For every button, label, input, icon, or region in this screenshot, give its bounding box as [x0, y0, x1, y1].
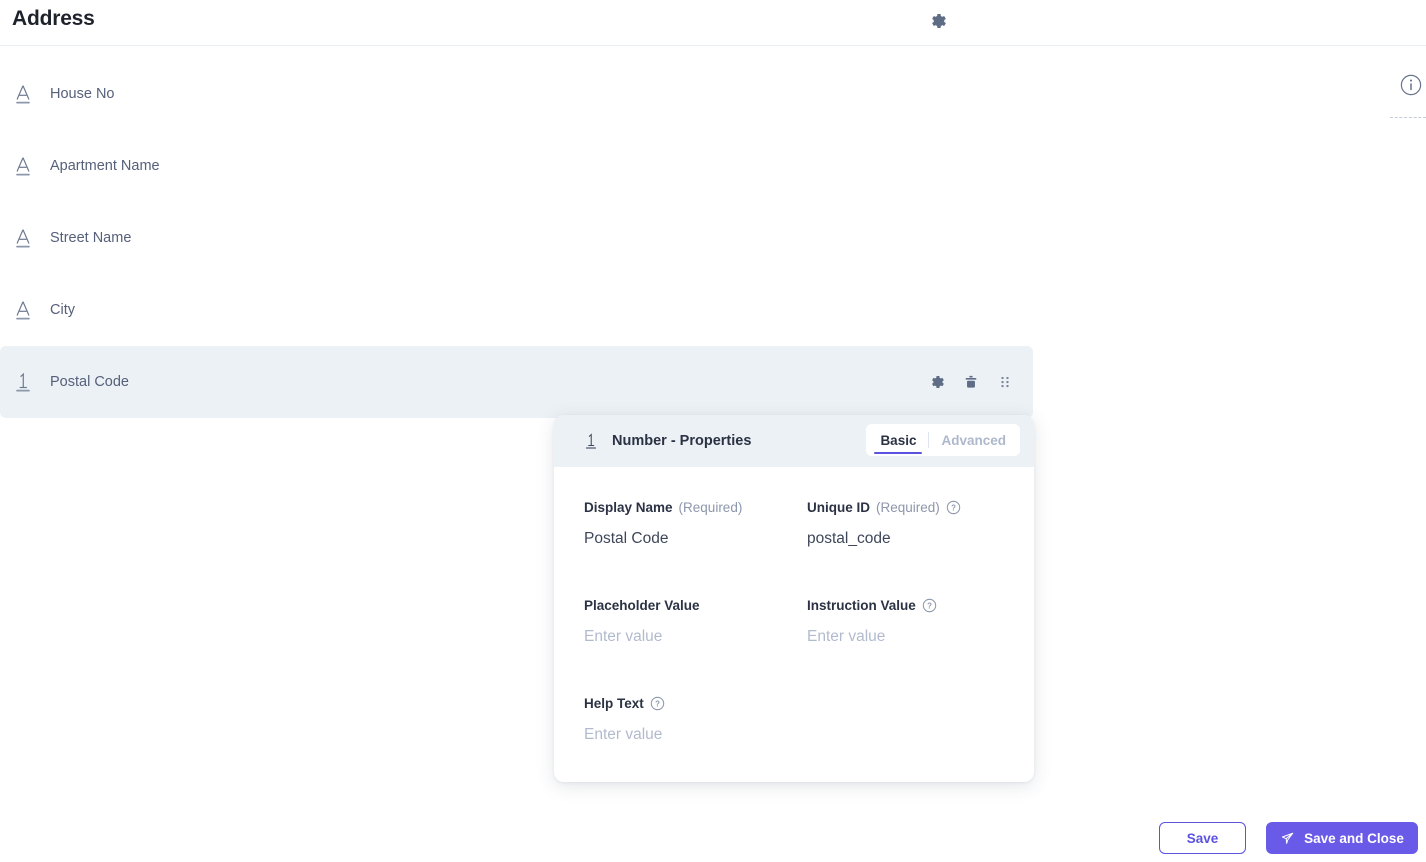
question-mark-icon[interactable]: ?	[922, 598, 937, 613]
properties-panel-title: Number - Properties	[612, 433, 752, 449]
gear-icon[interactable]	[928, 11, 948, 31]
field-display-name: Display Name (Required) Postal Code	[584, 497, 807, 552]
grid-spacer	[584, 650, 807, 693]
properties-panel: Number - Properties Basic Advanced Displ…	[554, 415, 1034, 782]
number-field-icon	[582, 430, 600, 452]
instruction-value-input[interactable]: Enter value	[807, 628, 1004, 650]
trash-icon[interactable]	[961, 372, 981, 392]
save-button[interactable]: Save	[1159, 822, 1246, 854]
row-action-group	[927, 372, 1015, 392]
field-label: Display Name	[584, 499, 673, 515]
field-label: Placeholder Value	[584, 597, 700, 613]
header-bar: Address	[0, 0, 1426, 46]
help-text-input[interactable]: Enter value	[584, 726, 807, 748]
text-field-icon	[10, 79, 36, 109]
question-mark-icon[interactable]: ?	[650, 696, 665, 711]
field-label-line: Display Name (Required)	[584, 497, 807, 517]
text-field-icon	[10, 295, 36, 325]
unique-id-input[interactable]: postal_code	[807, 530, 1004, 552]
gear-icon[interactable]	[927, 372, 947, 392]
page-title: Address	[12, 7, 95, 30]
field-row-postal-code[interactable]: Postal Code	[0, 346, 1033, 418]
info-icon[interactable]	[1400, 74, 1422, 96]
field-row-apartment-name[interactable]: Apartment Name	[0, 130, 1033, 202]
field-label: Apartment Name	[50, 158, 160, 174]
save-and-close-button[interactable]: Save and Close	[1266, 822, 1418, 854]
question-mark-icon[interactable]: ?	[946, 500, 961, 515]
tab-group: Basic Advanced	[866, 424, 1020, 456]
field-row-city[interactable]: City	[0, 274, 1033, 346]
field-label: Street Name	[50, 230, 132, 246]
properties-grid: Display Name (Required) Postal Code Uniq…	[584, 497, 1004, 748]
field-row-house-no[interactable]: House No	[0, 58, 1033, 130]
field-row-street-name[interactable]: Street Name	[0, 202, 1033, 274]
field-label: Unique ID	[807, 499, 870, 515]
field-label: Postal Code	[50, 374, 129, 390]
text-field-icon	[10, 223, 36, 253]
field-label-line: Instruction Value ?	[807, 595, 1004, 615]
properties-panel-body: Display Name (Required) Postal Code Uniq…	[554, 467, 1034, 782]
form-builder-screen: Address House No Apartment Name Street N…	[0, 0, 1426, 862]
field-label: House No	[50, 86, 115, 102]
field-list: House No Apartment Name Street Name City…	[0, 58, 1033, 418]
required-marker: (Required)	[678, 499, 743, 515]
field-label-line: Help Text ?	[584, 693, 807, 713]
svg-text:?: ?	[951, 503, 956, 512]
field-instruction-value: Instruction Value ? Enter value	[807, 595, 1004, 650]
number-field-icon	[10, 367, 36, 397]
required-marker: (Required)	[876, 499, 940, 515]
field-unique-id: Unique ID (Required) ? postal_code	[807, 497, 1004, 552]
send-icon	[1280, 831, 1295, 846]
tab-advanced[interactable]: Advanced	[929, 424, 1018, 456]
grid-spacer	[584, 552, 807, 595]
field-help-text: Help Text ? Enter value	[584, 693, 807, 748]
svg-text:?: ?	[927, 601, 932, 610]
field-label: City	[50, 302, 75, 318]
display-name-input[interactable]: Postal Code	[584, 530, 807, 552]
drag-handle-icon[interactable]	[995, 372, 1015, 392]
divider-dashed	[1390, 117, 1426, 118]
field-placeholder-value: Placeholder Value Enter value	[584, 595, 807, 650]
text-field-icon	[10, 151, 36, 181]
field-label-line: Unique ID (Required) ?	[807, 497, 1004, 517]
svg-text:?: ?	[655, 699, 660, 708]
field-label: Help Text	[584, 695, 644, 711]
grid-spacer	[807, 552, 1004, 595]
save-and-close-label: Save and Close	[1304, 830, 1404, 846]
tab-basic[interactable]: Basic	[868, 424, 928, 456]
properties-panel-header: Number - Properties Basic Advanced	[554, 415, 1034, 467]
placeholder-value-input[interactable]: Enter value	[584, 628, 807, 650]
grid-empty-cell	[807, 693, 1004, 748]
field-label: Instruction Value	[807, 597, 916, 613]
field-label-line: Placeholder Value	[584, 595, 807, 615]
grid-spacer	[807, 650, 1004, 693]
